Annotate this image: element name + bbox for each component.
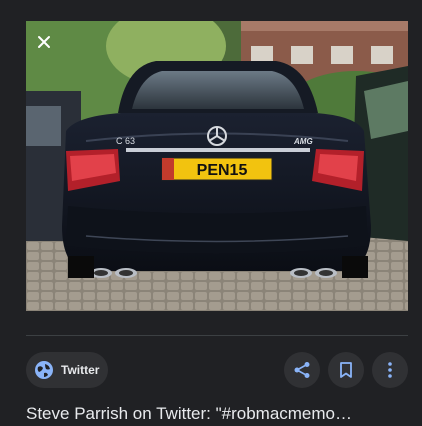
close-button[interactable] [32, 30, 56, 54]
amg-badge: AMG [293, 137, 313, 146]
more-options-button[interactable] [372, 352, 408, 388]
save-button[interactable] [328, 352, 364, 388]
image-viewer-panel: C 63 AMG PEN15 Twitter Steve Parrish on … [0, 0, 422, 426]
share-button[interactable] [284, 352, 320, 388]
divider [26, 335, 408, 336]
preview-image[interactable]: C 63 AMG PEN15 [26, 21, 408, 311]
share-icon [294, 362, 310, 378]
car-photo: C 63 AMG PEN15 [26, 21, 408, 311]
source-chip[interactable]: Twitter [26, 352, 108, 388]
more-vert-icon [388, 362, 392, 378]
bookmark-icon [340, 362, 352, 378]
close-icon [38, 36, 50, 48]
globe-icon [33, 359, 55, 381]
license-plate: PEN15 [197, 162, 248, 179]
model-badge: C 63 [116, 136, 135, 146]
result-title[interactable]: Steve Parrish on Twitter: "#robmacmemo… [26, 402, 410, 426]
source-name: Twitter [61, 363, 100, 377]
